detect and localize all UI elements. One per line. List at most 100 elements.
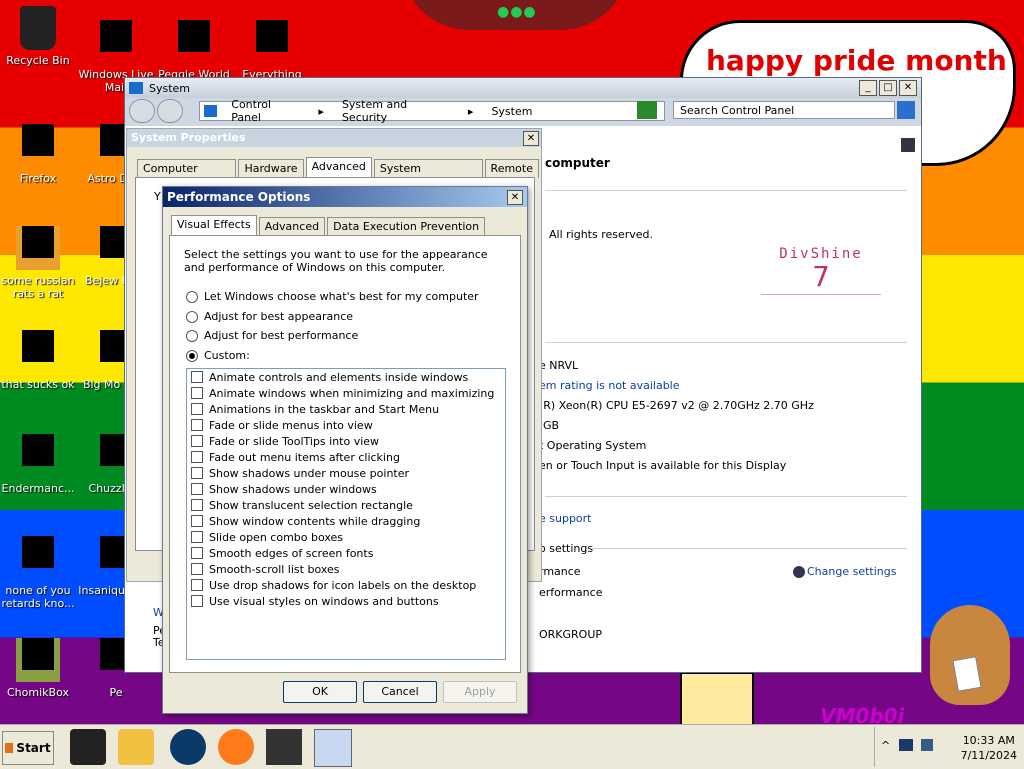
clock[interactable]: 10:33 AM 7/11/2024 bbox=[961, 733, 1017, 763]
tab-system-protection[interactable]: System Protection bbox=[373, 159, 483, 193]
system-taskbar-icon[interactable] bbox=[314, 729, 352, 767]
help-icon[interactable] bbox=[901, 138, 915, 152]
checkbox[interactable] bbox=[191, 403, 203, 415]
breadcrumb-system[interactable]: System bbox=[491, 105, 532, 118]
search-icon[interactable] bbox=[897, 101, 915, 119]
desktop-icon-endermanch[interactable]: Endermanc... bbox=[0, 422, 76, 495]
radio-button[interactable] bbox=[186, 329, 198, 342]
checkbox-item[interactable]: Fade out menu items after clicking bbox=[187, 449, 505, 465]
checkbox-item[interactable]: Use drop shadows for icon labels on the … bbox=[187, 577, 505, 593]
minimize-button[interactable]: _ bbox=[859, 80, 877, 96]
checkbox[interactable] bbox=[191, 595, 203, 607]
checkbox-item[interactable]: Animate controls and elements inside win… bbox=[187, 369, 505, 385]
checkbox-item[interactable]: Show shadows under mouse pointer bbox=[187, 465, 505, 481]
apply-button[interactable]: Apply bbox=[443, 681, 517, 703]
rating-link[interactable]: em rating is not available bbox=[539, 379, 680, 392]
checkbox[interactable] bbox=[191, 419, 203, 431]
network-icon[interactable] bbox=[899, 739, 913, 751]
taskbar-app-icon[interactable] bbox=[70, 729, 106, 765]
checkbox[interactable] bbox=[191, 579, 203, 591]
shield-icon bbox=[793, 566, 805, 578]
checkbox[interactable] bbox=[191, 547, 203, 559]
checkbox-item[interactable]: Animate windows when minimizing and maxi… bbox=[187, 385, 505, 401]
checkbox-item[interactable]: Fade or slide ToolTips into view bbox=[187, 433, 505, 449]
checkbox[interactable] bbox=[191, 451, 203, 463]
back-button[interactable] bbox=[129, 99, 155, 123]
checkbox-item[interactable]: Smooth-scroll list boxes bbox=[187, 561, 505, 577]
performance-options-titlebar[interactable]: Performance Options bbox=[163, 187, 527, 207]
checkbox-item[interactable]: Animations in the taskbar and Start Menu bbox=[187, 401, 505, 417]
chevron-right-icon[interactable]: ▸ bbox=[318, 105, 324, 118]
radio-button-selected[interactable] bbox=[186, 349, 198, 362]
chevron-up-icon[interactable]: ^ bbox=[881, 739, 890, 752]
system-properties-titlebar[interactable]: System Properties bbox=[127, 129, 541, 147]
media-player-icon[interactable] bbox=[118, 729, 154, 765]
tab-hardware[interactable]: Hardware bbox=[238, 159, 304, 178]
checkbox-label: Animations in the taskbar and Start Menu bbox=[209, 402, 440, 416]
tab-advanced[interactable]: Advanced bbox=[258, 217, 326, 236]
checkbox-item[interactable]: Smooth edges of screen fonts bbox=[187, 545, 505, 561]
close-icon[interactable]: ✕ bbox=[507, 190, 523, 205]
volume-icon[interactable] bbox=[921, 739, 933, 751]
checkbox[interactable] bbox=[191, 499, 203, 511]
breadcrumb-control-panel[interactable]: Control Panel bbox=[231, 98, 300, 124]
checkbox[interactable] bbox=[191, 563, 203, 575]
system-row: e NRVL bbox=[539, 359, 579, 372]
visual-effects-checklist[interactable]: Animate controls and elements inside win… bbox=[186, 368, 506, 660]
maximize-button[interactable]: □ bbox=[879, 80, 897, 96]
checkbox-label: Use drop shadows for icon labels on the … bbox=[209, 578, 477, 592]
tab-data-execution-prevention[interactable]: Data Execution Prevention bbox=[327, 217, 486, 236]
support-link[interactable]: e support bbox=[539, 512, 592, 525]
change-settings-link[interactable]: Change settings bbox=[793, 565, 896, 578]
tab-advanced[interactable]: Advanced bbox=[305, 157, 372, 178]
tab-visual-effects[interactable]: Visual Effects bbox=[171, 215, 257, 236]
checkbox-item[interactable]: Show shadows under windows bbox=[187, 481, 505, 497]
close-button[interactable]: ✕ bbox=[899, 80, 917, 96]
search-input[interactable]: Search Control Panel bbox=[673, 101, 895, 119]
checkbox-item[interactable]: Show window contents while dragging bbox=[187, 513, 505, 529]
radio-custom[interactable]: Custom: bbox=[186, 349, 250, 362]
refresh-icon[interactable] bbox=[637, 101, 657, 119]
chevron-right-icon[interactable]: ▸ bbox=[468, 105, 474, 118]
desktop-icon-that-sucks[interactable]: that sucks ok bbox=[0, 318, 76, 391]
globe-icon[interactable] bbox=[170, 729, 206, 765]
desktop-icon-none-of-you[interactable]: none of you retards kno... bbox=[0, 524, 76, 610]
forward-button[interactable] bbox=[157, 99, 183, 123]
tab-remote[interactable]: Remote bbox=[484, 159, 539, 178]
checkbox-item[interactable]: Slide open combo boxes bbox=[187, 529, 505, 545]
ok-button[interactable]: OK bbox=[283, 681, 357, 703]
radio-button[interactable] bbox=[186, 310, 198, 323]
everything-icon bbox=[250, 20, 294, 64]
checkbox[interactable] bbox=[191, 467, 203, 479]
radio-best-performance[interactable]: Adjust for best performance bbox=[186, 329, 358, 342]
checkbox-item[interactable]: Use visual styles on windows and buttons bbox=[187, 593, 505, 609]
desktop-icon-everything[interactable]: Everything bbox=[234, 6, 310, 81]
firefox-icon[interactable] bbox=[218, 729, 254, 765]
system-window-titlebar[interactable]: System bbox=[125, 78, 921, 98]
checkbox[interactable] bbox=[191, 435, 203, 447]
desktop-icon-recycle-bin[interactable]: Recycle Bin bbox=[0, 6, 76, 67]
desktop-icon-firefox[interactable]: Firefox bbox=[0, 112, 76, 185]
tab-computer-name[interactable]: Computer Name bbox=[137, 159, 237, 193]
checkbox[interactable] bbox=[191, 515, 203, 527]
checkbox[interactable] bbox=[191, 531, 203, 543]
taskbar-window-icon[interactable] bbox=[266, 729, 302, 765]
checkbox[interactable] bbox=[191, 371, 203, 383]
checkbox[interactable] bbox=[191, 483, 203, 495]
radio-let-windows-choose[interactable]: Let Windows choose what's best for my co… bbox=[186, 290, 479, 303]
start-button[interactable]: Start bbox=[2, 731, 54, 765]
close-icon[interactable]: ✕ bbox=[523, 131, 539, 146]
radio-best-appearance[interactable]: Adjust for best appearance bbox=[186, 310, 353, 323]
desktop-icon-russian-rats[interactable]: some russian rats a rat bbox=[0, 214, 76, 300]
checkbox[interactable] bbox=[191, 387, 203, 399]
chomikbox-icon bbox=[16, 638, 60, 682]
cancel-button[interactable]: Cancel bbox=[363, 681, 437, 703]
start-label: Start bbox=[16, 741, 51, 755]
checkbox-item[interactable]: Show translucent selection rectangle bbox=[187, 497, 505, 513]
radio-button[interactable] bbox=[186, 290, 198, 303]
breadcrumb-system-security[interactable]: System and Security bbox=[342, 98, 450, 124]
desktop-icon-chomikbox[interactable]: ChomikBox bbox=[0, 626, 76, 699]
address-bar[interactable]: Control Panel ▸ System and Security ▸ Sy… bbox=[199, 98, 665, 124]
desktop-icon-peggle-world[interactable]: Peggle World bbox=[156, 6, 232, 81]
checkbox-item[interactable]: Fade or slide menus into view bbox=[187, 417, 505, 433]
